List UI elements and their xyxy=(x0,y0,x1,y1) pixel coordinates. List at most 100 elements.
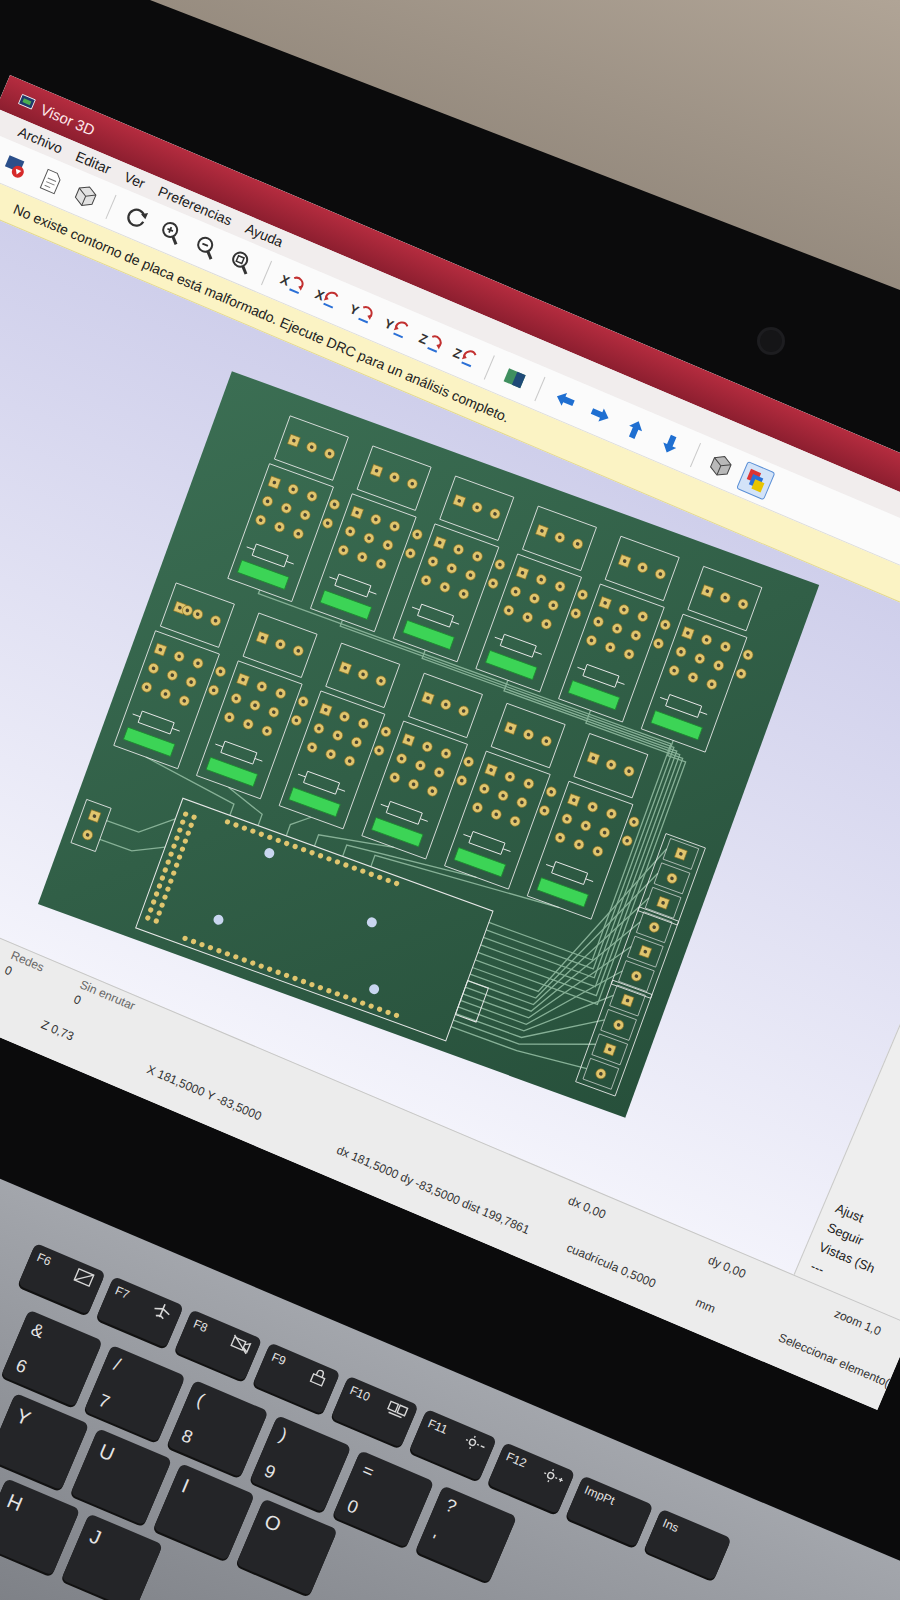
header-pin xyxy=(309,981,316,988)
header-pin xyxy=(159,875,166,882)
keyboard-key[interactable]: &6 xyxy=(1,1310,103,1408)
header-pin xyxy=(343,862,350,869)
header-pin xyxy=(224,819,231,826)
terminal-group xyxy=(638,834,706,925)
pad-hole xyxy=(526,732,531,737)
header-pin xyxy=(275,837,282,844)
keyboard-key[interactable]: F9 xyxy=(252,1343,340,1415)
toolbar-button[interactable] xyxy=(545,379,584,418)
toolbar-button[interactable] xyxy=(495,358,534,397)
pad xyxy=(554,831,567,844)
header-pin xyxy=(317,984,324,991)
header-pin xyxy=(258,963,265,970)
pad-hole xyxy=(272,710,277,715)
toolbar-button[interactable] xyxy=(615,409,654,448)
pad-hole xyxy=(591,756,596,761)
pad-hole xyxy=(615,626,620,631)
keyboard-key[interactable]: F8 xyxy=(174,1309,262,1381)
module-outline xyxy=(559,584,665,722)
keyboard-key[interactable]: Ins xyxy=(644,1509,732,1581)
toolbar-button[interactable] xyxy=(0,146,36,185)
keyboard-key[interactable]: Y xyxy=(0,1393,89,1491)
pad-hole xyxy=(532,596,537,601)
pad xyxy=(261,495,274,508)
resistor-leads xyxy=(133,714,180,731)
keyboard-key[interactable]: F7 xyxy=(96,1276,184,1348)
header-pin xyxy=(317,852,324,859)
toolbar-button[interactable]: Z xyxy=(411,322,449,361)
key-label: ImpPt xyxy=(582,1483,616,1508)
pad xyxy=(528,592,541,605)
toolbar-button[interactable]: Y xyxy=(342,293,381,332)
trace xyxy=(468,849,649,1029)
header-pin xyxy=(334,859,341,866)
module-outline xyxy=(279,691,385,829)
document-icon-part xyxy=(45,177,56,188)
keyboard-key[interactable]: F10 xyxy=(331,1376,419,1448)
pad xyxy=(579,819,592,832)
toolbar-button[interactable]: X xyxy=(307,278,346,317)
toolbar-button[interactable] xyxy=(187,227,226,266)
pad xyxy=(292,527,305,540)
resistor-leads xyxy=(329,577,376,594)
toolbar-button[interactable]: Z xyxy=(445,337,483,376)
pad xyxy=(605,758,618,771)
toolbar-button[interactable]: Y xyxy=(376,308,415,347)
resistor-outline xyxy=(252,544,288,567)
terminal-outline xyxy=(408,673,482,737)
toolbar-button[interactable] xyxy=(152,212,191,251)
pad-hole xyxy=(589,638,594,643)
keyboard-key[interactable]: I xyxy=(153,1463,255,1561)
toolbar-separator xyxy=(534,376,545,400)
relay-module xyxy=(445,702,580,893)
pad xyxy=(585,634,598,647)
pad xyxy=(388,771,401,784)
toolbar-button[interactable]: X xyxy=(272,264,311,303)
zoomout-icon xyxy=(191,231,222,262)
toolbar-button[interactable] xyxy=(580,394,619,433)
led-body xyxy=(237,560,288,589)
traces xyxy=(81,568,703,1076)
keyboard-key[interactable]: J xyxy=(61,1513,163,1600)
pad-hole xyxy=(513,819,518,824)
resistor-outline xyxy=(418,604,454,627)
pad xyxy=(668,664,681,677)
keyboard-key[interactable]: F11 xyxy=(409,1409,497,1481)
pad xyxy=(599,596,612,609)
toolbar-button[interactable] xyxy=(222,242,261,281)
keyboard-key[interactable]: F6 xyxy=(18,1243,106,1315)
rotate-icon-part xyxy=(366,313,372,320)
toolbar-button[interactable] xyxy=(66,176,105,215)
toolbar-button[interactable] xyxy=(650,424,689,463)
toolbar-button[interactable] xyxy=(736,460,775,499)
terminal-group xyxy=(611,907,679,998)
keyboard-key[interactable]: (8 xyxy=(167,1380,269,1478)
trace xyxy=(478,702,687,995)
toolbar-button[interactable] xyxy=(701,446,740,485)
flip-icon xyxy=(499,362,530,393)
pad-hole xyxy=(196,661,201,666)
keyboard-key[interactable]: U xyxy=(70,1428,172,1526)
pad xyxy=(343,755,356,768)
keyboard-key[interactable]: O xyxy=(236,1498,338,1596)
pad xyxy=(538,804,551,817)
pad xyxy=(421,740,434,753)
airplane-icon-part xyxy=(152,1301,172,1320)
keyboard-key[interactable]: )9 xyxy=(250,1415,352,1513)
dimmer-icon-part xyxy=(463,1433,487,1454)
header-pin xyxy=(147,907,154,914)
pad xyxy=(453,494,466,507)
keyboard-key[interactable]: ?' xyxy=(415,1485,517,1583)
keyboard-key[interactable]: F12 xyxy=(487,1442,575,1514)
toolbar-button[interactable] xyxy=(117,198,156,237)
power-connector xyxy=(71,799,111,851)
keyboard-key[interactable]: /7 xyxy=(84,1345,186,1443)
keyboard-key[interactable]: ImpPt xyxy=(565,1475,653,1547)
menu-item[interactable]: Ver xyxy=(122,169,148,192)
status-value: Seleccionar elemento(s) xyxy=(776,1330,900,1393)
pad xyxy=(504,722,517,735)
camera-icon-part xyxy=(229,1335,251,1354)
toolbar-button[interactable] xyxy=(31,161,70,200)
keyboard-key[interactable]: =0 xyxy=(332,1450,434,1548)
pad-hole xyxy=(461,592,466,597)
